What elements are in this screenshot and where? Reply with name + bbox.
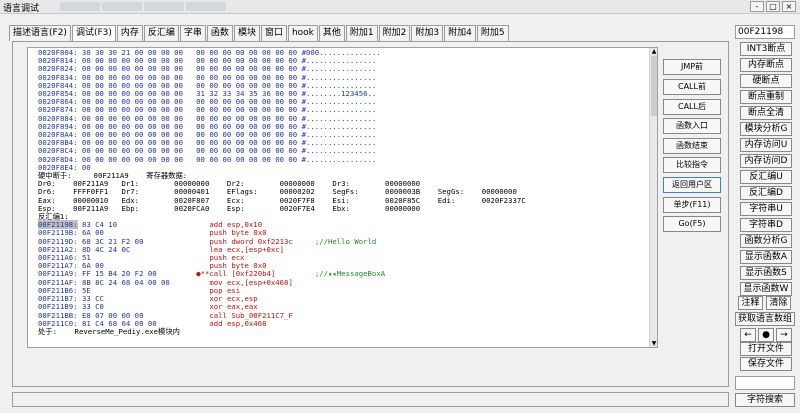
save-file-button[interactable]: 保存文件 [740,357,792,371]
tab-2[interactable]: 内存 [116,25,143,41]
tab-7[interactable]: 窗口 [260,25,287,41]
right-panel-button-0[interactable]: INT3断点 [740,42,792,56]
right-panel-button-6[interactable]: 内存访问U [740,138,792,152]
tab-10[interactable]: 附加1 [345,25,378,41]
search-input[interactable] [735,376,795,390]
nav-center-button[interactable]: ● [758,328,774,342]
tab-14[interactable]: 附加5 [476,25,509,41]
nav-prev-button[interactable]: ← [740,328,756,342]
close-button[interactable]: × [782,1,796,12]
vertical-scrollbar[interactable]: ▲ ▼ [649,48,657,347]
tab-11[interactable]: 附加2 [378,25,411,41]
right-panel-button-1[interactable]: 内存断点 [740,58,792,72]
nav-next-button[interactable]: → [776,328,792,342]
tab-1[interactable]: 调试(F3) [71,25,116,42]
address-input[interactable]: 00F21198 [735,25,795,39]
scrollbar-thumb[interactable] [651,56,657,116]
right-panel-button-9[interactable]: 反汇编D [740,186,792,200]
debug-output-text: 0020F804: 30 30 30 21 00 00 00 00 00 00 … [38,48,526,336]
debug-action-button-4[interactable]: 函数结束 [663,138,721,154]
tab-bar: 描述语言(F2) 调试(F3) 内存 反汇编 字串 函数 模块 窗口 hook 其他 附加1 附加2 附… [9,25,729,42]
tab-8[interactable]: hook [287,25,318,41]
background-taskbar-tabs [60,2,230,12]
window-title: 语言调试 [3,4,40,14]
right-panel-button-5[interactable]: 模块分析G [740,122,792,136]
tab-9[interactable]: 其他 [318,25,345,41]
right-panel-button-4[interactable]: 断点全清 [740,106,792,120]
note-button[interactable]: 注释 [738,296,763,310]
right-panel-button-13[interactable]: 显示函数A [740,250,792,264]
debug-action-button-8[interactable]: Go(F5) [663,216,721,232]
tab-6[interactable]: 模块 [233,25,260,41]
right-panel-button-8[interactable]: 反汇编U [740,170,792,184]
right-panel-button-10[interactable]: 字符串U [740,202,792,216]
string-search-button[interactable]: 字符搜索 [735,393,795,407]
tab-0[interactable]: 描述语言(F2) [9,25,71,41]
debug-action-button-5[interactable]: 比较指令 [663,157,721,173]
debug-action-button-1[interactable]: CALL前 [663,79,721,95]
tab-12[interactable]: 附加3 [411,25,444,41]
right-panel-button-3[interactable]: 断点重制 [740,90,792,104]
right-panel-button-14[interactable]: 显示函数S [740,266,792,280]
scroll-down-arrow-icon[interactable]: ▼ [650,340,657,347]
right-panel-button-2[interactable]: 硬断点 [740,74,792,88]
debug-action-button-3[interactable]: 函数入口 [663,118,721,134]
title-bar: 语言调试 - □ × [0,0,800,14]
debug-panel: 0020F804: 30 30 30 21 00 00 00 00 00 00 … [12,41,729,387]
right-panel-button-15[interactable]: 显示函数W [740,282,792,296]
register-row: Esp: 00F211A9 Ebp: 0020FCA0 Esp: 0020F7E… [38,203,421,213]
debug-output-view[interactable]: 0020F804: 30 30 30 21 00 00 00 00 00 00 … [27,47,658,348]
debug-action-button-7[interactable]: 单步(F11) [663,197,721,213]
right-panel-button-7[interactable]: 内存访问D [740,154,792,168]
clear-button[interactable]: 清除 [766,296,791,310]
tab-4[interactable]: 字串 [179,25,206,41]
maximize-button[interactable]: □ [766,1,780,12]
window-controls: - □ × [750,1,796,12]
tab-5[interactable]: 函数 [206,25,233,41]
debug-action-button-0[interactable]: JMP前 [663,59,721,75]
scroll-up-arrow-icon[interactable]: ▲ [650,48,657,55]
debug-action-button-6[interactable]: 返回用户区 [663,177,721,193]
minimize-button[interactable]: - [750,1,764,12]
tab-13[interactable]: 附加4 [444,25,476,41]
debug-action-button-2[interactable]: CALL后 [663,99,721,115]
right-panel-button-12[interactable]: 函数分析G [740,234,792,248]
location-line: 处于: ReverseMe_Pediy.exe模块内 [38,326,180,336]
tab-3[interactable]: 反汇编 [143,25,179,41]
open-file-button[interactable]: 打开文件 [740,342,792,356]
status-bar [12,392,729,407]
fetch-language-array-button[interactable]: 获取语言数组 [735,312,795,326]
right-panel-button-11[interactable]: 字符串D [740,218,792,232]
